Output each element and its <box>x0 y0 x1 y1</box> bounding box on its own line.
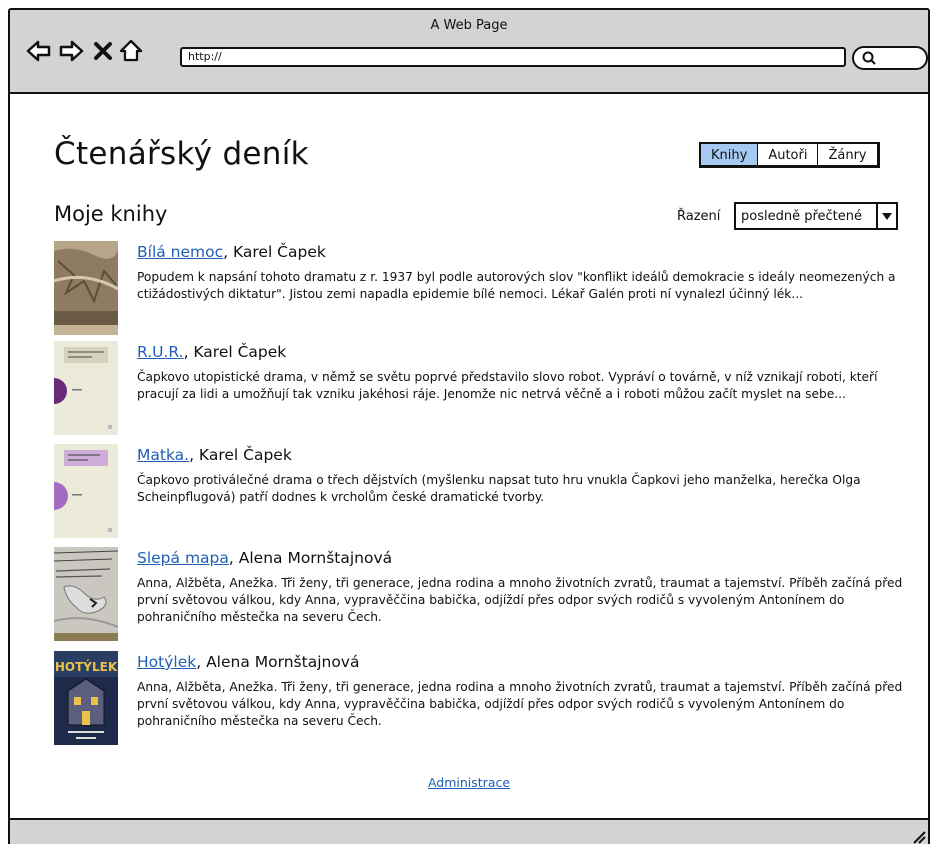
book-title-link[interactable]: Bílá nemoc <box>137 243 223 261</box>
book-heading: Matka., Karel Čapek <box>137 446 292 464</box>
book-cover-image[interactable] <box>54 341 118 435</box>
admin-link[interactable]: Administrace <box>10 775 928 790</box>
address-bar[interactable]: http:// <box>180 47 846 67</box>
cover-lettering: HOTÝLEK <box>55 659 118 674</box>
book-author: , Alena Mornštajnová <box>196 653 360 671</box>
book-title-link[interactable]: Slepá mapa <box>137 549 229 567</box>
search-icon <box>862 51 876 65</box>
tab-knihy[interactable]: Knihy <box>701 144 759 165</box>
search-field[interactable] <box>852 46 928 70</box>
page-content: Čtenářský deník Knihy Autoři Žánry Moje … <box>10 94 928 814</box>
book-description: Popudem k napsání tohoto dramatu z r. 19… <box>137 270 896 301</box>
status-bar <box>10 818 928 844</box>
sort-selected-value: posledně přečtené <box>741 208 862 224</box>
book-author: , Alena Mornštajnová <box>228 549 393 567</box>
book-heading: Hotýlek, Alena Mornštajnová <box>137 653 359 671</box>
page-title: Čtenářský deník <box>54 136 309 172</box>
book-heading: Slepá mapa, Alena Mornštajnová <box>137 549 392 567</box>
book-description: Anna, Alžběta, Anežka. Tři ženy, tři gen… <box>137 576 903 624</box>
browser-toolbar: A Web Page http:// <box>10 10 928 94</box>
book-author: , Karel Čapek <box>223 243 326 261</box>
book-cover-image[interactable] <box>54 241 118 335</box>
back-arrow-icon[interactable] <box>26 38 52 64</box>
sort-select[interactable]: posledně přečtené <box>734 202 898 230</box>
sort-label: Řazení <box>677 209 721 224</box>
section-title: Moje knihy <box>54 202 168 226</box>
book-cover-image[interactable] <box>54 444 118 538</box>
home-icon[interactable] <box>118 38 144 64</box>
book-heading: Bílá nemoc, Karel Čapek <box>137 243 326 261</box>
book-title-link[interactable]: Matka. <box>137 446 189 464</box>
book-title-link[interactable]: R.U.R. <box>137 343 184 361</box>
book-title-link[interactable]: Hotýlek <box>137 653 196 671</box>
chevron-down-icon[interactable] <box>876 204 896 228</box>
book-author: , Karel Čapek <box>189 446 292 464</box>
book-description: Čapkovo utopistické drama, v němž se svě… <box>137 370 878 401</box>
tab-bar: Knihy Autoři Žánry <box>699 142 880 168</box>
forward-arrow-icon[interactable] <box>58 38 84 64</box>
book-cover-image[interactable] <box>54 547 118 641</box>
book-description: Anna, Alžběta, Anežka. Tři ženy, tři gen… <box>137 680 903 728</box>
book-author: , Karel Čapek <box>183 343 287 361</box>
tab-zanry[interactable]: Žánry <box>818 144 876 165</box>
window-title: A Web Page <box>430 18 508 33</box>
tab-autori[interactable]: Autoři <box>758 144 819 165</box>
book-heading: R.U.R., Karel Čapek <box>137 343 286 361</box>
close-x-icon[interactable] <box>90 38 116 64</box>
book-description: Čapkovo protiválečné drama o třech dějst… <box>137 473 861 504</box>
book-cover-image[interactable]: HOTÝLEK <box>54 651 118 745</box>
browser-window: A Web Page http:// Čtenářský deník Knihy… <box>8 8 930 844</box>
resize-grip-icon[interactable] <box>912 830 926 844</box>
